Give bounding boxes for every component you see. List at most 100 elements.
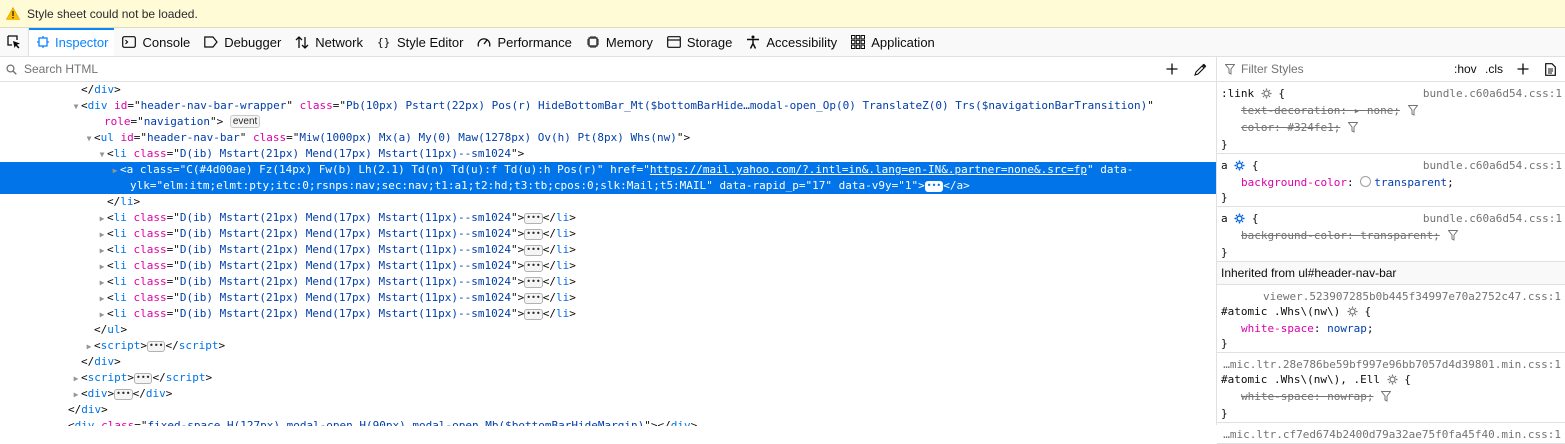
rule-source-link[interactable]: bundle.c60a6d54.css:1 (1423, 86, 1562, 101)
element-highlighter-icon[interactable] (1347, 306, 1358, 321)
collapsed-children-button[interactable]: ••• (524, 277, 543, 288)
markup-line[interactable]: ▶ <li class="D(ib) Mstart(21px) Mend(17px… (0, 210, 1216, 226)
filter-property-icon[interactable] (1380, 391, 1393, 406)
markup-line[interactable]: ▶ <script> ••• </script> (0, 370, 1216, 386)
markup-line[interactable]: ▶ <script> ••• </script> (0, 338, 1216, 354)
tab-console[interactable]: Console (114, 28, 196, 56)
css-declaration[interactable]: background-color: transparent; (1221, 175, 1561, 190)
collapsed-children-button[interactable]: ••• (524, 213, 543, 224)
tab-performance[interactable]: Performance (469, 28, 577, 56)
element-highlighter-icon[interactable] (1261, 88, 1272, 103)
expand-twisty-open[interactable]: ▼ (97, 147, 107, 163)
collapsed-children-button[interactable]: ••• (524, 229, 543, 240)
markup-line[interactable]: </ul> (0, 322, 1216, 338)
markup-line[interactable]: ▶ <li class="D(ib) Mstart(21px) Mend(17px… (0, 306, 1216, 322)
expand-twisty-closed[interactable]: ▶ (97, 211, 107, 227)
print-media-button[interactable] (1542, 61, 1558, 77)
css-declaration[interactable]: text-decoration: ▸ none; (1221, 103, 1561, 120)
collapsed-children-button[interactable]: ••• (524, 293, 543, 304)
markup-line[interactable]: ▶ <li class="D(ib) Mstart(21px) Mend(17px… (0, 258, 1216, 274)
css-declaration[interactable]: color: #324fe1; (1221, 120, 1561, 137)
tab-storage[interactable]: Storage (659, 28, 739, 56)
tab-style-editor[interactable]: {} Style Editor (369, 28, 469, 56)
search-html-input[interactable] (22, 61, 926, 77)
expand-twisty-closed[interactable]: ▶ (97, 227, 107, 243)
element-highlighter-icon[interactable] (1234, 160, 1245, 175)
markup-line[interactable]: </div> (0, 402, 1216, 418)
tab-debugger[interactable]: Debugger (196, 28, 287, 56)
filter-property-icon[interactable] (1407, 105, 1419, 120)
markup-line[interactable]: ▼ <li class="D(ib) Mstart(21px) Mend(17px… (0, 146, 1216, 162)
filter-styles-input[interactable] (1239, 61, 1433, 77)
color-swatch[interactable] (1360, 176, 1372, 187)
collapsed-children-button[interactable]: ••• (147, 341, 166, 352)
tab-application[interactable]: Application (843, 28, 941, 56)
attr-value: D(ib) Mstart(21px) Mend(17px) Mstart(11p… (179, 259, 512, 272)
tab-label: Accessibility (766, 34, 838, 50)
markup-text: > (517, 307, 525, 320)
event-badge[interactable]: event (229, 115, 261, 128)
expand-twisty-closed[interactable]: ▶ (97, 243, 107, 259)
expand-twisty-closed[interactable]: ▶ (71, 371, 81, 387)
rule-close-brace: } (1221, 191, 1228, 204)
css-declaration[interactable]: white-space: nowrap; (1221, 389, 1561, 406)
markup-line[interactable]: ▼ <ul id="header-nav-bar" class="Miw(1000… (0, 130, 1216, 146)
css-rule[interactable]: viewer.523907285b0b445f34997e70a2752c47.… (1217, 285, 1565, 353)
expand-twisty-closed[interactable]: ▶ (97, 307, 107, 323)
collapsed-children-button[interactable]: ••• (114, 389, 133, 400)
css-declaration[interactable]: white-space: nowrap; (1221, 321, 1561, 336)
rule-source-link[interactable]: …mic.ltr.28e786be59bf997e96bb7057d4d3980… (1221, 357, 1561, 372)
tab-inspector[interactable]: Inspector (29, 28, 115, 56)
css-rule[interactable]: …mic.ltr.cf7ed674b2400d79a32ae75f0fa45f4… (1217, 423, 1565, 444)
add-node-button[interactable] (1164, 61, 1180, 77)
collapsed-children-button[interactable]: ••• (134, 373, 153, 384)
eyedropper-button[interactable] (1192, 61, 1208, 77)
markup-line[interactable]: ▶ <li class="D(ib) Mstart(21px) Mend(17px… (0, 290, 1216, 306)
filter-property-icon[interactable] (1347, 122, 1359, 137)
collapsed-children-button[interactable]: ••• (524, 261, 543, 272)
expand-twisty-open[interactable]: ▼ (84, 131, 94, 147)
element-highlighter-icon[interactable] (1234, 213, 1245, 228)
markup-line[interactable]: ▶ <li class="D(ib) Mstart(21px) Mend(17px… (0, 274, 1216, 290)
tab-accessibility[interactable]: Accessibility (738, 28, 843, 56)
element-picker-button[interactable] (0, 28, 29, 56)
markup-text: > (517, 259, 525, 272)
tab-network[interactable]: Network (287, 28, 369, 56)
rule-source-link[interactable]: viewer.523907285b0b445f34997e70a2752c47.… (1221, 289, 1561, 304)
css-rule[interactable]: …mic.ltr.28e786be59bf997e96bb7057d4d3980… (1217, 353, 1565, 423)
expand-twisty-closed[interactable]: ▶ (97, 291, 107, 307)
filter-property-icon[interactable] (1447, 230, 1459, 245)
toggle-classes-button[interactable]: .cls (1485, 62, 1503, 76)
css-declaration[interactable]: background-color: transparent; (1221, 228, 1561, 245)
expand-twisty-closed[interactable]: ▶ (84, 339, 94, 355)
markup-line[interactable]: </div> (0, 82, 1216, 98)
expand-twisty-open[interactable]: ▼ (71, 99, 81, 115)
markup-line[interactable]: ▼ <div id="header-nav-bar-wrapper" class=… (0, 98, 1216, 114)
collapsed-children-button[interactable]: ••• (524, 245, 543, 256)
collapsed-children-button[interactable]: ••• (524, 309, 543, 320)
markup-line[interactable]: role="navigation"> event (0, 114, 1216, 130)
css-rule[interactable]: bundle.c60a6d54.css:1:link {text-decorat… (1217, 82, 1565, 154)
rule-source-link[interactable]: …mic.ltr.cf7ed674b2400d79a32ae75f0fa45f4… (1221, 427, 1561, 442)
expand-twisty-closed[interactable]: ▶ (97, 275, 107, 291)
expand-twisty-closed[interactable]: ▶ (110, 163, 120, 179)
toggle-pseudo-classes-button[interactable]: :hov (1454, 62, 1477, 76)
add-rule-button[interactable] (1515, 61, 1531, 77)
markup-line[interactable]: ▶ <li class="D(ib) Mstart(21px) Mend(17px… (0, 242, 1216, 258)
markup-line[interactable]: ▶ <li class="D(ib) Mstart(21px) Mend(17px… (0, 226, 1216, 242)
css-rule[interactable]: bundle.c60a6d54.css:1 a {background-color… (1217, 207, 1565, 262)
markup-line[interactable]: </li> (0, 194, 1216, 210)
rule-source-link[interactable]: bundle.c60a6d54.css:1 (1423, 158, 1562, 173)
expand-arrow-icon[interactable]: ▸ (1354, 104, 1367, 117)
markup-line[interactable]: ylk="elm:itm;elmt:pty;itc:0;rsnps:nav;se… (0, 178, 1216, 194)
element-highlighter-icon[interactable] (1387, 374, 1398, 389)
expand-twisty-closed[interactable]: ▶ (97, 259, 107, 275)
tab-memory[interactable]: Memory (578, 28, 659, 56)
expand-twisty-closed[interactable]: ▶ (71, 387, 81, 403)
css-rule[interactable]: bundle.c60a6d54.css:1 a {background-color… (1217, 154, 1565, 207)
collapsed-children-button[interactable]: ••• (924, 181, 944, 192)
markup-line[interactable]: ▶ <a class="C(#4d00ae) Fz(14px) Fw(b) Lh(… (0, 162, 1216, 178)
markup-line[interactable]: ▶ <div> ••• </div> (0, 386, 1216, 402)
rule-source-link[interactable]: bundle.c60a6d54.css:1 (1423, 211, 1562, 226)
markup-line[interactable]: </div> (0, 354, 1216, 370)
